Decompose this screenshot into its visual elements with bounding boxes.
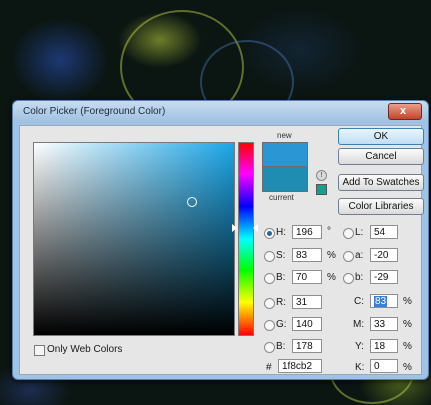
new-color-label: new [277, 131, 292, 140]
cancel-button[interactable]: Cancel [338, 148, 424, 165]
hue-input[interactable]: 196 [292, 225, 322, 239]
only-web-colors-label[interactable]: Only Web Colors [47, 344, 122, 355]
hue-slider[interactable] [238, 142, 254, 336]
dialog-body: new current ! OK Cancel Add To Swatches … [19, 125, 424, 375]
cyan-unit: % [403, 296, 412, 307]
green-label: G: [276, 319, 287, 330]
b-channel-radio[interactable] [343, 273, 354, 284]
a-channel-label: a: [355, 250, 364, 261]
magenta-input[interactable]: 33 [370, 317, 398, 331]
a-channel-radio[interactable] [343, 251, 354, 262]
magenta-unit: % [403, 319, 412, 330]
cyan-label: C: [354, 296, 364, 307]
yellow-label: Y: [355, 341, 364, 352]
saturation-input[interactable]: 83 [292, 248, 322, 262]
blue-radio[interactable] [264, 342, 275, 353]
hue-slider-left-arrow[interactable] [232, 224, 237, 232]
current-color-label: current [269, 193, 294, 202]
red-radio[interactable] [264, 298, 275, 309]
hue-label: H: [276, 227, 286, 238]
brightness-unit: % [327, 272, 336, 283]
yellow-input[interactable]: 18 [370, 339, 398, 353]
hex-label: # [266, 362, 272, 373]
black-unit: % [403, 362, 412, 373]
hex-input[interactable]: 1f8cb2 [278, 359, 322, 373]
green-input[interactable]: 140 [292, 317, 322, 331]
a-channel-input[interactable]: -20 [370, 248, 398, 262]
magenta-label: M: [353, 319, 365, 330]
ok-button[interactable]: OK [338, 128, 424, 145]
color-libraries-button[interactable]: Color Libraries [338, 198, 424, 215]
saturation-radio[interactable] [264, 251, 275, 262]
lightness-input[interactable]: 54 [370, 225, 398, 239]
color-picker-dialog: Color Picker (Foreground Color) x new cu… [12, 100, 429, 380]
brightness-radio[interactable] [264, 273, 275, 284]
new-color-swatch [262, 142, 308, 167]
saturation-label: S: [276, 250, 286, 261]
cyan-input[interactable]: 83 [370, 294, 398, 308]
b-channel-input[interactable]: -29 [370, 270, 398, 284]
window-title: Color Picker (Foreground Color) [23, 106, 166, 117]
current-color-swatch[interactable] [262, 166, 308, 192]
hue-radio[interactable] [264, 228, 275, 239]
lightness-radio[interactable] [343, 228, 354, 239]
brightness-label: B: [276, 272, 286, 283]
lightness-label: L: [355, 227, 364, 238]
cyan-value: 83 [374, 296, 388, 307]
blue-label: B: [276, 341, 286, 352]
green-radio[interactable] [264, 320, 275, 331]
black-label: K: [355, 362, 365, 373]
color-field-marker[interactable] [187, 197, 197, 207]
saturation-unit: % [327, 250, 336, 261]
cube-icon[interactable] [316, 184, 327, 195]
yellow-unit: % [403, 341, 412, 352]
add-to-swatches-button[interactable]: Add To Swatches [338, 174, 424, 191]
close-button[interactable]: x [388, 103, 422, 120]
red-input[interactable]: 31 [292, 295, 322, 309]
hue-unit: ° [327, 226, 331, 237]
b-channel-label: b: [355, 272, 364, 283]
black-input[interactable]: 0 [370, 359, 398, 373]
hue-slider-right-arrow[interactable] [253, 224, 258, 232]
brightness-input[interactable]: 70 [292, 270, 322, 284]
color-field[interactable] [33, 142, 235, 336]
warning-icon[interactable]: ! [316, 170, 327, 181]
title-bar[interactable]: Color Picker (Foreground Color) x [13, 101, 428, 123]
red-label: R: [276, 297, 286, 308]
blue-input[interactable]: 178 [292, 339, 322, 353]
only-web-colors-checkbox[interactable] [34, 345, 45, 356]
close-icon: x [400, 105, 407, 117]
